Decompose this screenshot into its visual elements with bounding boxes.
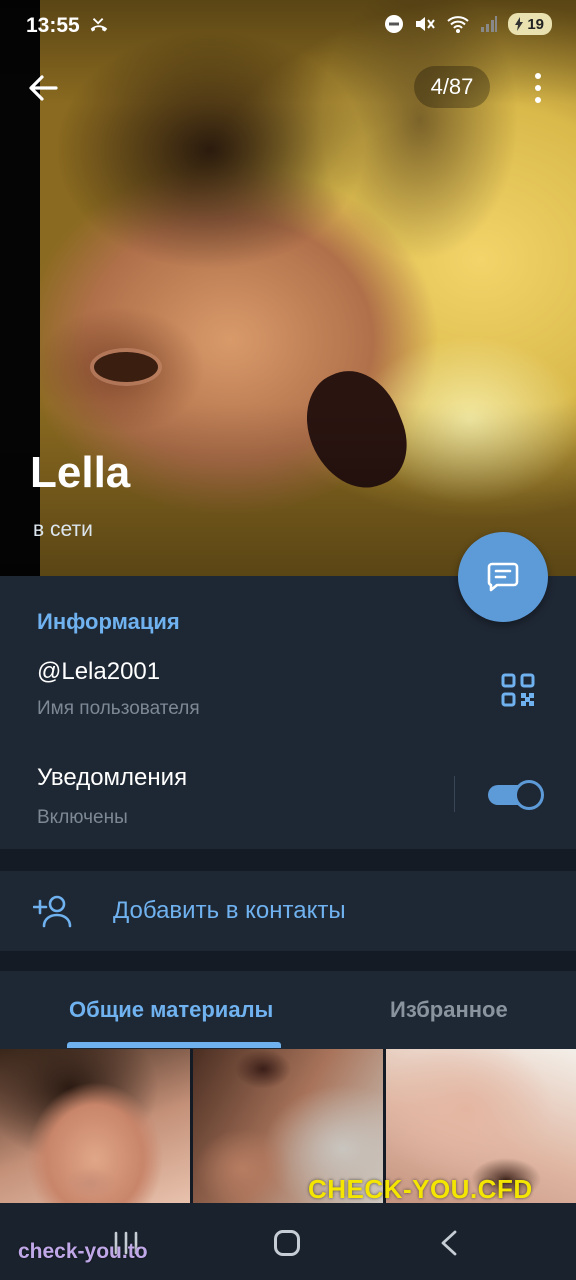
battery-indicator: 19 [508,13,552,35]
missed-call-icon [90,18,108,32]
status-bar: 13:55 19 [0,0,576,54]
divider [454,776,455,812]
section-divider [0,951,576,971]
section-divider [0,849,576,871]
profile-name: Lella [30,448,131,497]
notifications-label[interactable]: Уведомления [37,764,187,792]
battery-saver-icon [515,17,524,31]
back-arrow-icon[interactable] [26,72,62,104]
do-not-disturb-icon [385,15,404,33]
mute-icon [416,17,436,31]
tab-shared-media[interactable]: Общие материалы [69,997,273,1023]
username-label: Имя пользователя [37,698,200,719]
online-status: в сети [33,518,93,541]
watermark-bottom: check-you.to [18,1240,148,1263]
watermark-top: CHECK-YOU.CFD [308,1174,533,1204]
media-tabs: Общие материалы Избранное [0,971,576,1049]
active-tab-indicator [67,1042,281,1048]
qr-code-icon[interactable] [500,672,536,708]
tab-favorites[interactable]: Избранное [390,997,508,1023]
add-contact-label: Добавить в контакты [113,897,346,924]
chat-icon [487,562,519,592]
more-options-icon[interactable] [524,70,552,106]
signal-icon [481,16,498,32]
username-value[interactable]: @Lela2001 [37,658,160,686]
nav-back-icon[interactable] [438,1229,460,1257]
add-user-icon [33,895,72,928]
message-button[interactable] [458,532,548,622]
wifi-icon [447,16,469,33]
notifications-toggle[interactable] [488,780,544,810]
home-icon[interactable] [274,1230,300,1256]
media-thumbnail[interactable] [0,1049,190,1203]
add-contact-row[interactable]: Добавить в контакты [0,871,576,951]
status-time: 13:55 [26,14,80,37]
photo-counter: 4/87 [414,66,490,108]
battery-level: 19 [527,15,544,33]
notifications-status: Включены [37,807,128,828]
info-title: Информация [37,609,180,634]
